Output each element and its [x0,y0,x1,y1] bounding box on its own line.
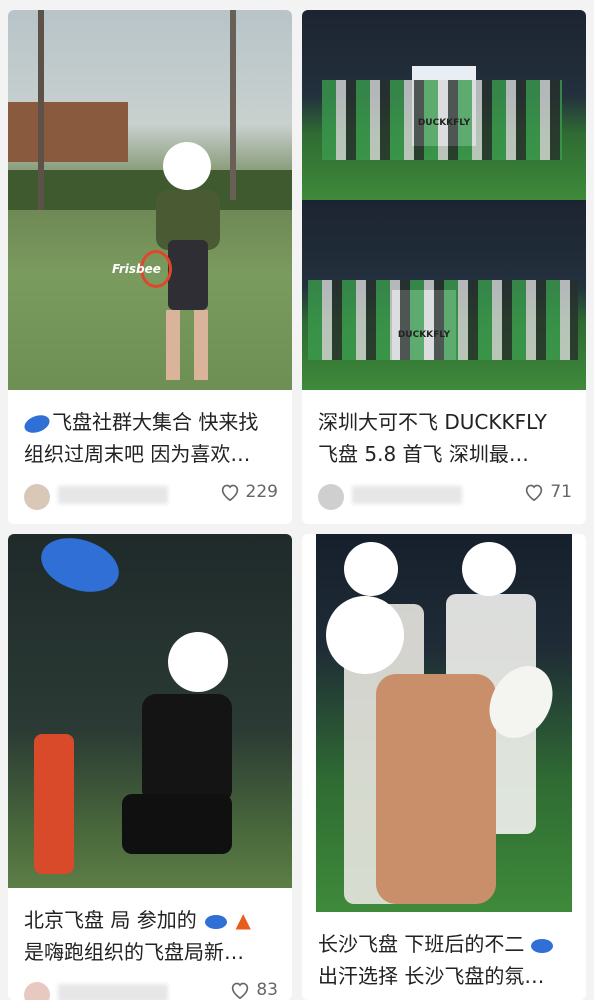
like-count: 71 [550,482,572,502]
author-name-blurred[interactable] [58,984,168,1000]
card-3-photo[interactable] [8,534,292,888]
blurred-face [462,542,516,596]
blurred-face [168,632,228,692]
card-3-title[interactable]: 北京飞盘 局 参加的 ▲ 是嗨跑组织的飞盘局新… [24,904,278,968]
blurred-face [163,142,211,190]
card-2-title-line1: 深圳大可不飞 DUCKKFLY [318,410,547,434]
frisbee-emoji-icon [530,938,553,953]
blurred-face [344,542,398,596]
card-3-meta: 83 [24,980,278,1000]
avatar[interactable] [318,484,344,510]
avatar[interactable] [24,982,50,1000]
photo-tag: Frisbee [112,262,161,276]
like-count: 83 [256,980,278,1000]
card-2-title[interactable]: 深圳大可不飞 DUCKKFLY 飞盘 5.8 首飞 深圳最… [318,406,572,470]
like-button[interactable]: 83 [230,980,278,1000]
like-count: 229 [245,482,278,502]
banner-text: DUCKKFLY [417,118,471,128]
frisbee-disc [34,534,126,602]
card-1-photo[interactable]: Frisbee [8,10,292,390]
card-2-title-line2: 飞盘 5.8 首飞 深圳最… [318,442,529,466]
tree-trunk [230,10,236,200]
heart-outline-icon [526,484,543,501]
tree-trunk [38,10,44,210]
frisbee-emoji-icon [22,411,52,436]
banner-text: DUCKKFLY [397,330,451,340]
like-button[interactable]: 71 [524,482,572,502]
card-2-photo-top[interactable]: DUCKKFLY [302,10,586,200]
card-1-title-line1: 飞盘社群大集合 快来找 [52,410,259,434]
card-1-title-line2: 组织过周末吧 因为喜欢… [24,442,251,466]
card-3-title-line1: 北京飞盘 局 参加的 [24,908,197,932]
fire-emoji-icon: ▲ [235,908,251,932]
card-2-photo-bottom[interactable]: DUCKKFLY [302,200,586,390]
author-name-blurred[interactable] [58,486,168,504]
heart-outline-icon [221,484,238,501]
feed-card-1[interactable]: Frisbee 飞盘社群大集合 快来找 组织过周末吧 因为喜欢… 229 [8,10,292,524]
card-4-title-line2: 出汗选择 长沙飞盘的氛… [318,964,545,988]
author-name-blurred[interactable] [352,486,462,504]
team-shape [308,280,578,360]
card-3-title-line2: 是嗨跑组织的飞盘局新… [24,940,244,964]
player-shape [34,734,74,874]
avatar[interactable] [24,484,50,510]
like-button[interactable]: 229 [220,482,278,502]
person-figure [112,684,272,884]
building-shape [8,102,128,162]
blurred-face [326,596,404,674]
feed-card-3[interactable]: 北京飞盘 局 参加的 ▲ 是嗨跑组织的飞盘局新… 83 [8,534,292,1000]
feed-card-2[interactable]: DUCKKFLY DUCKKFLY 深圳大可不飞 DUCKKFLY 飞盘 5.8… [302,10,586,524]
heart-outline-icon [232,982,249,999]
person-figure [376,674,496,904]
card-1-title[interactable]: 飞盘社群大集合 快来找 组织过周末吧 因为喜欢… [22,406,278,470]
frisbee-emoji-icon [205,914,228,929]
card-1-meta: 229 [24,482,278,510]
card-4-title[interactable]: 长沙飞盘 下班后的不二 出汗选择 长沙飞盘的氛… [318,928,572,992]
card-4-photo[interactable] [316,534,572,912]
feed-card-4[interactable]: 长沙飞盘 下班后的不二 出汗选择 长沙飞盘的氛… [302,534,586,1000]
card-2-meta: 71 [318,482,572,510]
card-4-title-line1: 长沙飞盘 下班后的不二 [318,932,525,956]
